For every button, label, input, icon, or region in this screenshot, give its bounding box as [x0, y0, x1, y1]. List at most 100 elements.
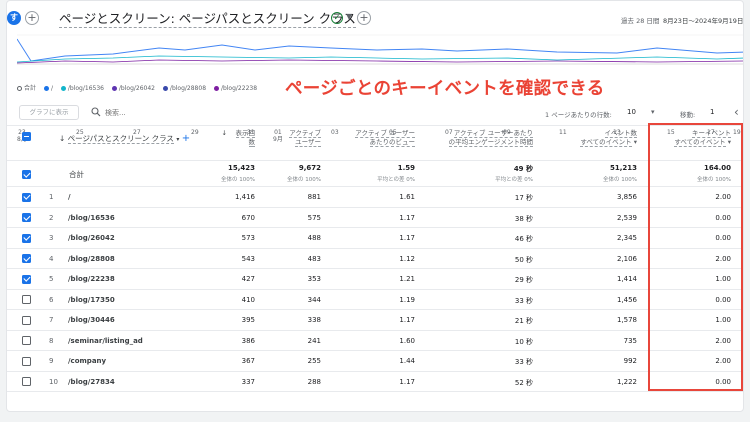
table-row[interactable]: 4/blog/28808 543 483 1.12 50 秒 2,106 2.00 [7, 249, 743, 269]
legend-item[interactable]: /blog/16536 [60, 85, 104, 92]
chevron-down-icon[interactable]: ▾ [176, 136, 179, 143]
page-path-cell[interactable]: /blog/28808 [68, 255, 115, 263]
column-header-views-per-user[interactable]: アクティブ ユーザー あたりのビュー [355, 129, 415, 147]
table-row[interactable]: 8/seminar/listing_ad 386 241 1.60 10 秒 735 2.0… [7, 331, 743, 351]
total-value: 1.59 [397, 164, 415, 172]
cell-key-events: 2.00 [715, 193, 731, 201]
row-checkbox[interactable] [22, 295, 31, 304]
legend-item[interactable]: /blog/22238 [213, 85, 257, 92]
cell-active-users: 255 [307, 357, 321, 365]
check-circle-icon: ✓ [331, 12, 343, 24]
total-sub: 全体の 100% [221, 177, 255, 183]
page-path-cell[interactable]: /blog/17350 [68, 296, 115, 304]
table-row[interactable]: 10/blog/27834 337 288 1.17 52 秒 1,222 0.00 [7, 372, 743, 392]
row-checkbox[interactable] [22, 233, 31, 243]
row-checkbox[interactable] [22, 356, 31, 366]
search-input[interactable] [105, 105, 225, 120]
total-value: 49 秒 [513, 165, 533, 173]
legend-item[interactable]: /blog/28808 [162, 85, 206, 92]
cell-event-count: 1,414 [616, 275, 637, 283]
column-header-key-events[interactable]: キーイベント すべてのイベント ▾ [674, 129, 731, 147]
dimension-header[interactable]: ↓ ページパスとスクリーン クラス ▾ + [59, 134, 190, 144]
page-path-cell[interactable]: /blog/26042 [68, 234, 115, 242]
chevron-down-icon[interactable]: ▼ [346, 12, 352, 21]
row-index: 3 [49, 234, 54, 242]
column-header-active-users[interactable]: アクティブ ユーザー [289, 129, 321, 147]
cell-views-per-user: 1.17 [399, 213, 415, 222]
cell-key-events: 1.00 [715, 316, 731, 324]
totals-checkbox[interactable] [22, 170, 31, 179]
total-value: 9,672 [298, 164, 321, 172]
legend-item[interactable]: / [43, 85, 53, 92]
chevron-down-icon[interactable]: ▾ [632, 138, 637, 146]
table-row[interactable]: 3/blog/26042 573 488 1.17 46 秒 2,345 0.00 [7, 228, 743, 249]
table-row[interactable]: 7/blog/30446 395 338 1.17 21 秒 1,578 1.00 [7, 310, 743, 331]
row-checkbox[interactable] [22, 254, 31, 263]
cell-avg-engagement-time: 17 秒 [514, 194, 533, 202]
row-checkbox[interactable] [22, 213, 31, 222]
row-index: 4 [49, 254, 54, 263]
line-chart [17, 34, 743, 65]
page-path-cell[interactable]: /blog/27834 [68, 378, 115, 386]
table-row[interactable]: 1 / 1,416 881 1.61 17 秒 3,856 2.00 [7, 187, 743, 208]
table-row[interactable]: 5/blog/22238 427 353 1.21 29 秒 1,414 1.00 [7, 269, 743, 290]
column-header-event-count[interactable]: イベント数 すべてのイベント ▾ [580, 129, 637, 147]
cell-active-users: 881 [307, 193, 321, 201]
go-to-page-input[interactable]: 1 [710, 108, 714, 116]
cell-active-users: 288 [307, 377, 321, 386]
column-header-views[interactable]: ↓ 表示回数 [222, 129, 255, 147]
previous-page-icon[interactable]: ‹ [734, 105, 739, 119]
page-path-cell[interactable]: /company [68, 357, 106, 365]
table-toolbar: グラフに表示 1 ページあたりの行数: 10 ▾ 移動: 1 ‹ [7, 105, 743, 123]
chevron-down-icon[interactable]: ▾ [726, 138, 731, 146]
legend-item[interactable]: /blog/26042 [111, 85, 155, 92]
add-report-button[interactable]: + [357, 11, 371, 25]
page-path-cell[interactable]: /blog/30446 [68, 316, 115, 324]
row-checkbox[interactable] [22, 336, 31, 345]
table-row[interactable]: 2/blog/16536 670 575 1.17 38 秒 2,539 0.00 [7, 208, 743, 228]
annotation-overlay-text: ページごとのキーイベントを確認できる [285, 79, 605, 99]
total-value: 164.00 [703, 164, 731, 172]
go-to-label: 移動: [680, 111, 696, 119]
table-row[interactable]: 6/blog/17350 410 344 1.19 33 秒 1,456 0.00 [7, 290, 743, 310]
avatar[interactable]: す [7, 11, 21, 25]
row-checkbox[interactable] [22, 315, 31, 325]
cell-key-events: 0.00 [715, 377, 731, 386]
cell-views: 1,416 [234, 193, 255, 201]
select-all-checkbox[interactable] [22, 132, 31, 141]
row-checkbox[interactable] [22, 192, 31, 202]
cell-views: 367 [241, 357, 255, 365]
cell-views-per-user: 1.19 [399, 295, 415, 304]
column-header-avg-engagement-time[interactable]: アクティブ ユーザーあたり の平均エンゲージメント時間 [448, 129, 533, 147]
total-sub: 平均との差 0% [377, 177, 415, 183]
cell-avg-engagement-time: 29 秒 [514, 276, 533, 284]
table-row[interactable]: 9/company 367 255 1.44 33 秒 992 2.00 [7, 351, 743, 372]
plot-graph-button[interactable]: グラフに表示 [19, 105, 79, 120]
cell-views-per-user: 1.21 [399, 275, 415, 283]
cell-avg-engagement-time: 33 秒 [514, 296, 533, 305]
page-path-cell[interactable]: /seminar/listing_ad [68, 337, 143, 345]
cell-views: 337 [241, 377, 255, 386]
cell-key-events: 2.00 [715, 336, 731, 345]
chevron-down-icon[interactable]: ▾ [651, 108, 655, 116]
page-title[interactable]: ページとスクリーン: ページパスとスクリーン クラス [59, 11, 356, 28]
date-range-picker[interactable]: 8月23日～2024年9月19日 [663, 15, 743, 25]
add-comparison-button[interactable]: + [25, 11, 39, 25]
cell-event-count: 1,222 [616, 377, 637, 386]
page-path-cell[interactable]: /blog/16536 [68, 214, 115, 222]
row-checkbox[interactable] [22, 274, 31, 284]
rows-per-page-select[interactable]: 10 [627, 108, 636, 116]
page-path-cell[interactable]: /blog/22238 [68, 275, 115, 283]
cell-views-per-user: 1.44 [399, 357, 415, 365]
cell-avg-engagement-time: 46 秒 [514, 235, 533, 243]
cell-avg-engagement-time: 52 秒 [514, 378, 533, 387]
cell-event-count: 992 [623, 357, 637, 365]
row-checkbox[interactable] [22, 377, 31, 386]
cell-avg-engagement-time: 38 秒 [514, 214, 533, 223]
add-dimension-button[interactable]: + [182, 133, 190, 144]
page-path-cell[interactable]: / [68, 193, 71, 201]
cell-views-per-user: 1.17 [399, 377, 415, 386]
legend-item[interactable]: 合計 [17, 83, 36, 92]
cell-active-users: 344 [307, 295, 321, 304]
sort-down-icon: ↓ [221, 129, 227, 137]
